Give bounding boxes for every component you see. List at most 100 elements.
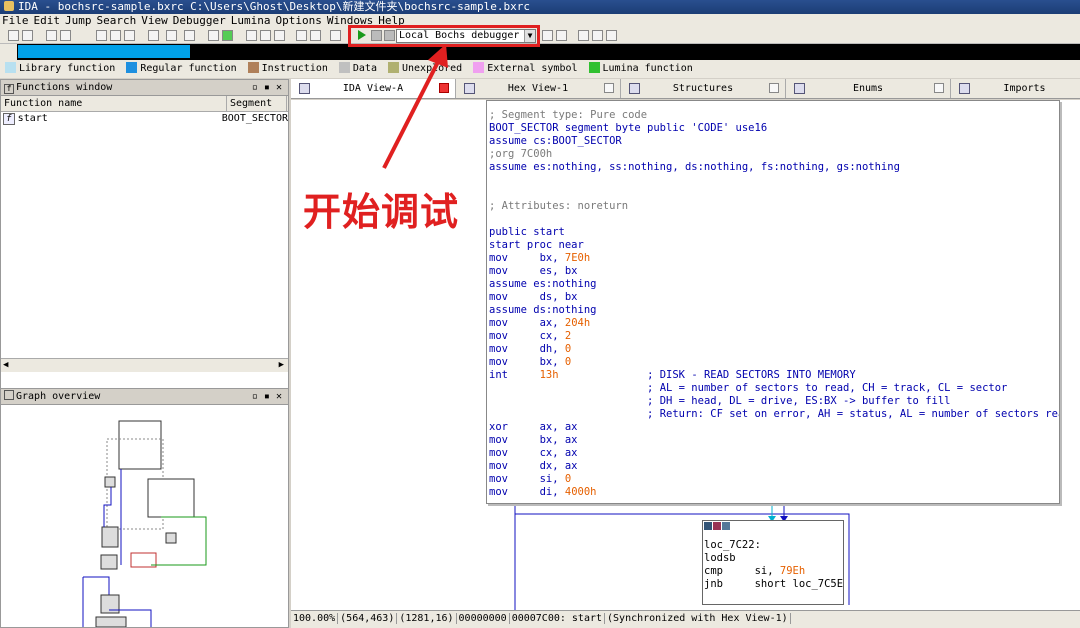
instruction-line[interactable]: xor ax, ax — [489, 421, 578, 433]
attach-icon[interactable] — [556, 30, 567, 41]
cursor-coords: (1281,16) — [397, 613, 457, 624]
step-into-icon[interactable] — [578, 30, 589, 41]
import-icon — [959, 83, 970, 94]
disassembly-block-loc-7c22[interactable]: loc_7C22: lodsb cmp si, 79Eh jnb short l… — [702, 520, 844, 605]
nav-scroll-arrows[interactable] — [0, 44, 17, 60]
mnemonic: mov — [489, 317, 508, 329]
color-icon[interactable] — [704, 522, 712, 530]
instruction-line[interactable]: mov di, 4000h — [489, 486, 596, 498]
instruction-line[interactable]: mov bx, 7E0h — [489, 252, 590, 264]
close-icon[interactable] — [934, 83, 944, 93]
tab-imports[interactable]: Imports — [951, 79, 1080, 98]
menu-debugger[interactable]: Debugger — [173, 14, 226, 27]
menu-view[interactable]: View — [141, 14, 168, 27]
operands: cx, — [539, 330, 565, 342]
instruction-line[interactable]: mov ds, bx — [489, 291, 578, 303]
legend-label: Regular function — [140, 63, 237, 74]
data-icon[interactable] — [110, 30, 121, 41]
instruction-line[interactable]: mov cx, ax — [489, 447, 578, 459]
pane-controls-icon[interactable]: ▫ ▪ ✕ — [252, 80, 282, 96]
run-to-cursor-icon[interactable] — [606, 30, 617, 41]
col-function-name[interactable]: Function name — [1, 96, 227, 111]
group-icon[interactable] — [722, 522, 730, 530]
functions-horizontal-scrollbar[interactable]: ◀ ▶ — [1, 358, 288, 372]
instruction-line[interactable]: int 13h ; DISK - READ SECTORS INTO MEMOR… — [489, 369, 856, 381]
proximity-icon[interactable] — [222, 30, 233, 41]
mnemonic: mov — [489, 252, 508, 264]
instruction-line[interactable]: jnb short loc_7C5E — [704, 578, 843, 590]
patch-icon[interactable] — [296, 30, 307, 41]
close-icon[interactable] — [604, 83, 614, 93]
mnemonic: xor — [489, 421, 508, 433]
scroll-right-icon[interactable]: ▶ — [279, 360, 284, 370]
debugger-options-icon[interactable] — [542, 30, 553, 41]
immediate: 4000h — [564, 486, 597, 498]
menu-search[interactable]: Search — [97, 14, 137, 27]
graph-overview-window: Graph overview ▫ ▪ ✕ — [0, 388, 289, 628]
tab-structures[interactable]: Structures — [621, 79, 786, 98]
instruction-line[interactable]: mov dx, ax — [489, 460, 578, 472]
functions-window-header: f Functions window ▫ ▪ ✕ — [1, 80, 288, 96]
instruction-line[interactable]: mov cx, 2 — [489, 330, 571, 342]
string-icon[interactable] — [124, 30, 135, 41]
graph-icon[interactable] — [208, 30, 219, 41]
instruction-line[interactable]: mov bx, 0 — [489, 356, 571, 368]
pane-controls-icon[interactable]: ▫ ▪ ✕ — [252, 389, 282, 405]
instruction-line[interactable]: mov dh, 0 — [489, 343, 571, 355]
assume-line[interactable]: assume ds:nothing — [489, 304, 596, 316]
operands: es, bx — [539, 265, 578, 277]
operands: ax, — [539, 317, 565, 329]
legend-label: Instruction — [261, 63, 328, 74]
immediate: 79Eh — [779, 565, 806, 577]
rename-icon[interactable] — [713, 522, 721, 530]
instruction-line[interactable]: mov bx, ax — [489, 434, 578, 446]
tab-hex-view-1[interactable]: Hex View-1 — [456, 79, 621, 98]
assume-line[interactable]: assume es:nothing — [489, 278, 596, 290]
window-title: IDA - bochsrc-sample.bxrc C:\Users\Ghost… — [18, 0, 530, 13]
back-icon[interactable] — [46, 30, 57, 41]
segment-comment: ; Segment type: Pure code — [489, 109, 648, 121]
struct-icon[interactable] — [246, 30, 257, 41]
instruction-line[interactable]: mov ax, 204h — [489, 317, 590, 329]
instruction-line[interactable]: mov es, bx — [489, 265, 578, 277]
functions-window-title: Functions window — [16, 82, 113, 93]
legend-swatch — [338, 62, 350, 73]
menu-options[interactable]: Options — [275, 14, 321, 27]
attributes-comment: ; Attributes: noreturn — [489, 200, 629, 212]
undefine-icon[interactable] — [166, 30, 177, 41]
close-view-icon[interactable] — [330, 30, 341, 41]
menu-lumina[interactable]: Lumina — [231, 14, 271, 27]
operands: dh, — [539, 343, 565, 355]
instruction-line[interactable]: mov si, 0 — [489, 473, 571, 485]
name-icon[interactable] — [184, 30, 195, 41]
scroll-left-icon[interactable]: ◀ — [3, 360, 8, 370]
close-icon[interactable] — [769, 83, 779, 93]
enum-icon[interactable] — [260, 30, 271, 41]
code-icon[interactable] — [96, 30, 107, 41]
forward-icon[interactable] — [60, 30, 71, 41]
legend-external-symbol: External symbol — [468, 60, 578, 78]
array-icon[interactable] — [148, 30, 159, 41]
breakpoint-icon[interactable] — [310, 30, 321, 41]
disassembly-block-start[interactable]: ; Segment type: Pure code BOOT_SECTOR se… — [486, 100, 1060, 504]
step-over-icon[interactable] — [592, 30, 603, 41]
menu-file[interactable]: File — [2, 14, 29, 27]
int-comment-2: ; AL = number of sectors to read, CH = t… — [647, 382, 1008, 394]
block-label: loc_7C22: — [704, 539, 761, 551]
save-icon[interactable] — [22, 30, 33, 41]
navigation-band[interactable] — [0, 44, 1080, 60]
block-header-icons[interactable] — [704, 521, 843, 531]
legend-library-function: Library function — [0, 60, 115, 78]
menu-jump[interactable]: Jump — [65, 14, 92, 27]
tab-enums[interactable]: Enums — [786, 79, 951, 98]
menu-edit[interactable]: Edit — [34, 14, 61, 27]
table-row[interactable]: f start BOOT_SECTOR — [1, 112, 288, 126]
mnemonic: mov — [489, 330, 508, 342]
open-icon[interactable] — [8, 30, 19, 41]
xref-icon[interactable] — [274, 30, 285, 41]
col-segment[interactable]: Segment — [227, 96, 287, 111]
graph-overview-canvas[interactable] — [1, 405, 288, 627]
legend-swatch — [588, 62, 600, 73]
instruction-line[interactable]: cmp si, 79Eh — [704, 565, 805, 577]
instruction-line[interactable]: lodsb — [704, 552, 736, 564]
